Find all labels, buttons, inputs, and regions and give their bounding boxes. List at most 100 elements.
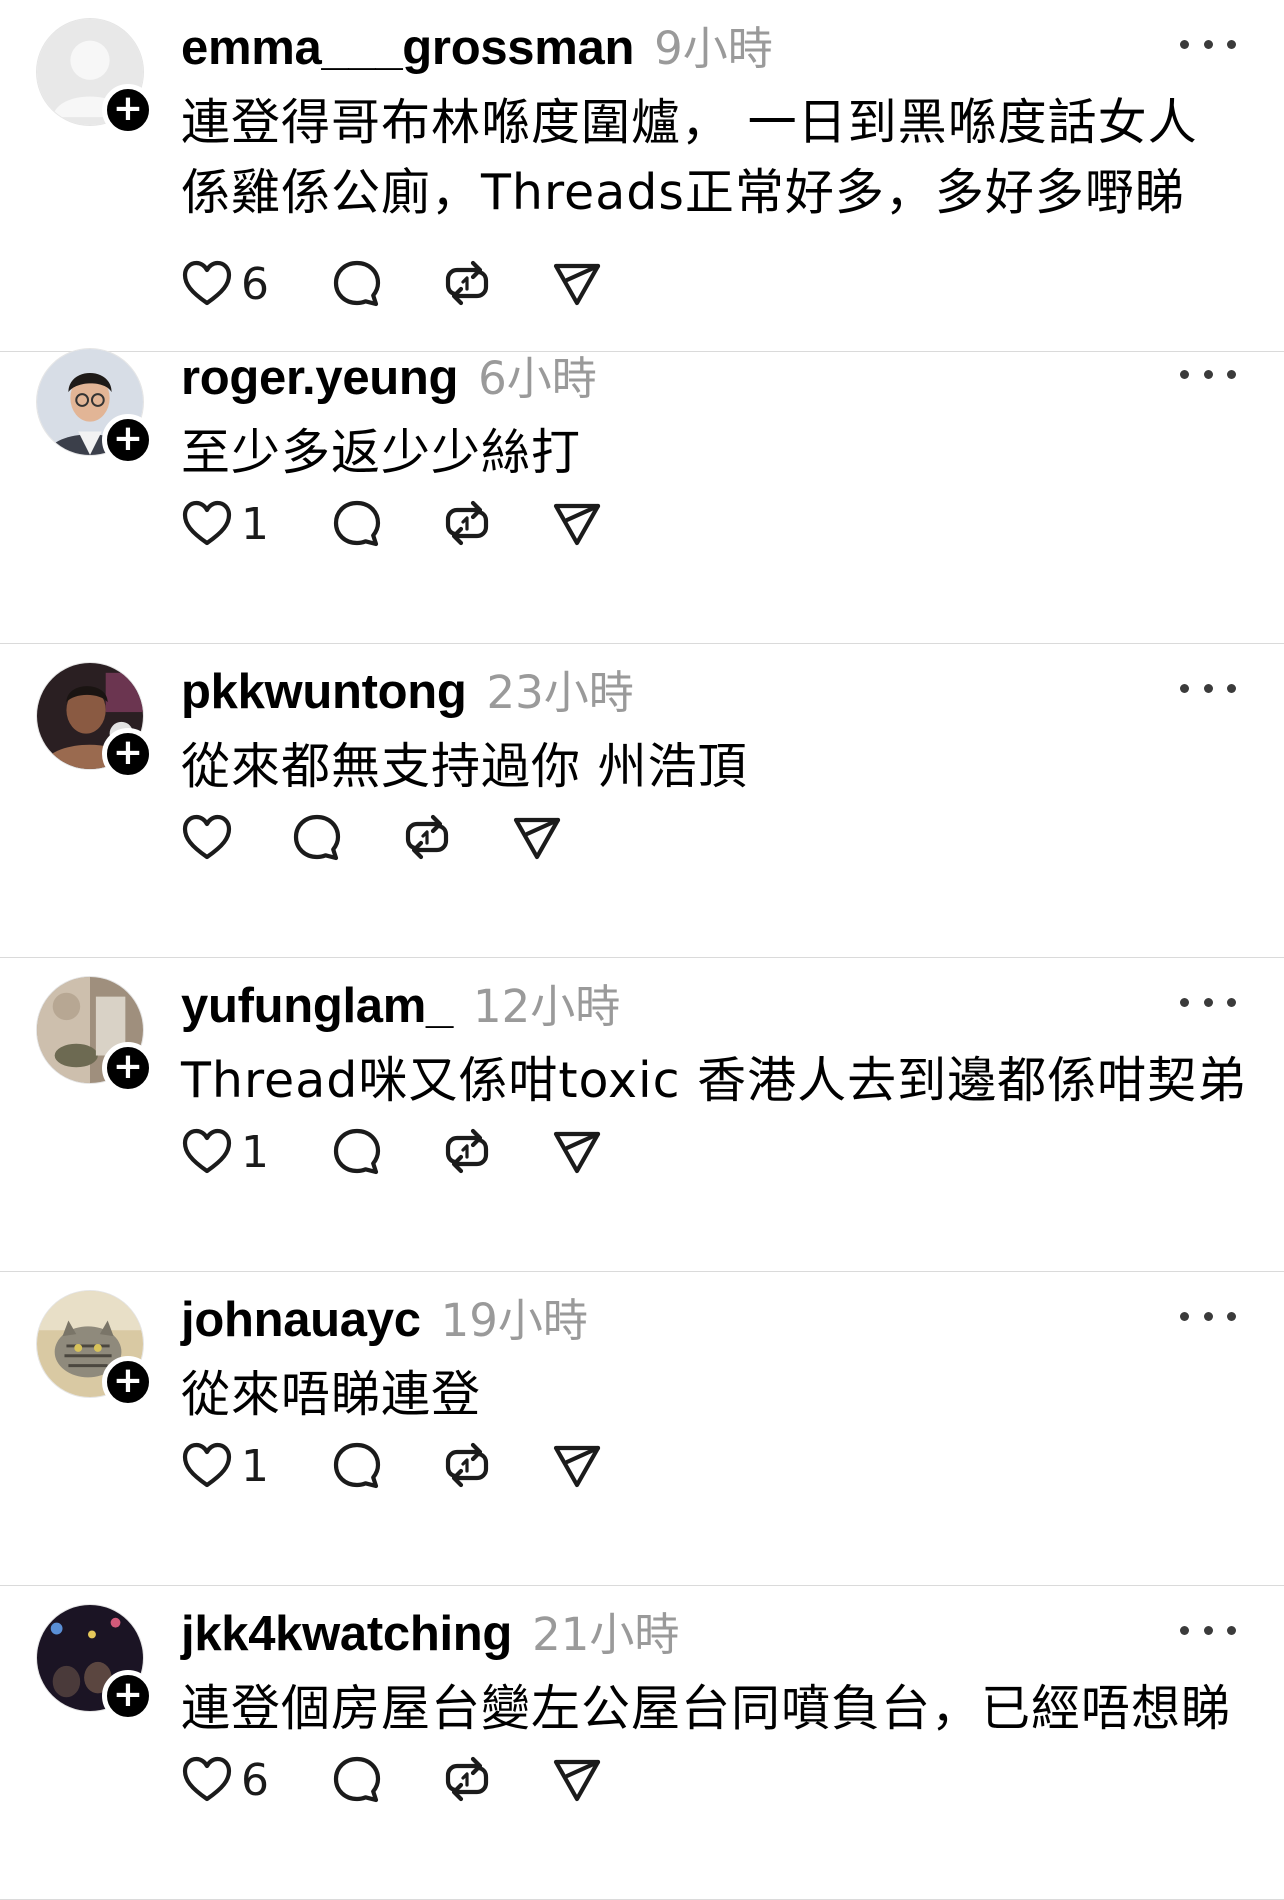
like-count: 1 — [241, 1126, 269, 1178]
action-bar: 6 — [181, 254, 603, 314]
share-paper-plane-icon — [553, 503, 601, 546]
more-options-icon[interactable] — [1180, 1302, 1236, 1330]
username[interactable]: yufunglam_ — [181, 978, 453, 1034]
reply-post: + yufunglam_ 12小時 Thread咪又係咁toxic 香港人去到邊都係咁… — [0, 958, 1284, 1272]
like-count: 6 — [241, 1754, 269, 1806]
share-button[interactable] — [551, 1126, 603, 1178]
repost-button[interactable] — [401, 812, 453, 864]
heart-icon — [182, 1442, 232, 1488]
reply-post: + jkk4kwatching 21小時連登個房屋台變左公屋台同噴負台，已經唔想睇 6 — [0, 1586, 1284, 1900]
more-options-icon[interactable] — [1180, 1616, 1236, 1644]
like-button[interactable]: 1 — [181, 498, 269, 550]
follow-plus-icon[interactable]: + — [102, 1670, 154, 1722]
reply-post: + pkkwuntong 23小時從來都無支持過你 州浩頂 — [0, 644, 1284, 958]
comment-button[interactable] — [291, 812, 343, 864]
action-bar: 1 — [181, 494, 603, 554]
repost-button[interactable] — [441, 1440, 493, 1492]
action-bar: 1 — [181, 1436, 603, 1496]
follow-plus-icon[interactable]: + — [102, 1356, 154, 1408]
more-options-icon[interactable] — [1180, 360, 1236, 388]
like-button[interactable]: 1 — [181, 1440, 269, 1492]
comment-bubble-icon — [293, 814, 341, 861]
post-text: 至少多返少少絲打 — [181, 424, 582, 481]
timestamp: 23小時 — [486, 666, 634, 719]
action-bar — [181, 808, 563, 868]
like-count: 6 — [241, 258, 269, 310]
follow-plus-icon[interactable]: + — [102, 84, 154, 136]
follow-plus-icon[interactable]: + — [102, 414, 154, 466]
comment-button[interactable] — [331, 1440, 383, 1492]
share-paper-plane-icon — [553, 1445, 601, 1488]
like-button[interactable]: 6 — [181, 258, 269, 310]
more-options-icon[interactable] — [1180, 674, 1236, 702]
post-text: Thread咪又係咁toxic 香港人去到邊都係咁契弟 — [181, 1052, 1248, 1109]
post-header: johnauayc 19小時 — [181, 1284, 588, 1348]
timestamp: 12小時 — [472, 980, 621, 1033]
follow-plus-icon[interactable]: + — [102, 1042, 154, 1094]
heart-icon — [182, 260, 232, 306]
share-paper-plane-icon — [553, 263, 601, 306]
share-paper-plane-icon — [553, 1131, 601, 1174]
repost-icon — [445, 500, 489, 546]
share-button[interactable] — [511, 812, 563, 864]
like-button[interactable] — [181, 812, 233, 864]
comment-button[interactable] — [331, 498, 383, 550]
comment-button[interactable] — [331, 1754, 383, 1806]
repost-icon — [445, 1128, 489, 1174]
repost-button[interactable] — [441, 498, 493, 550]
like-count: 1 — [241, 1440, 269, 1492]
heart-icon — [182, 500, 232, 546]
reply-post: + emma___grossman 9小時 連登得哥布林喺度圍爐， 一日到黑喺度話女人… — [0, 0, 1284, 352]
share-paper-plane-icon — [513, 817, 561, 860]
post-text: 連登個房屋台變左公屋台同噴負台，已經唔想睇 — [181, 1680, 1232, 1737]
comment-button[interactable] — [331, 1126, 383, 1178]
username[interactable]: pkkwuntong — [181, 664, 467, 720]
comment-button[interactable] — [331, 258, 383, 310]
timestamp: 19小時 — [440, 1294, 588, 1347]
timestamp: 9小時 — [654, 22, 773, 75]
repost-icon — [445, 1756, 489, 1802]
username[interactable]: emma___grossman — [181, 20, 634, 76]
share-paper-plane-icon — [553, 1759, 601, 1802]
post-header: pkkwuntong 23小時 — [181, 656, 634, 720]
replies-feed: + emma___grossman 9小時 連登得哥布林喺度圍爐， 一日到黑喺度話女人… — [0, 0, 1284, 1900]
share-button[interactable] — [551, 258, 603, 310]
post-header: roger.yeung 6小時 — [181, 342, 597, 406]
share-button[interactable] — [551, 1440, 603, 1492]
share-button[interactable] — [551, 1754, 603, 1806]
username[interactable]: roger.yeung — [181, 350, 458, 406]
post-text: 從來唔睇連登 — [181, 1366, 482, 1423]
heart-icon — [182, 1756, 232, 1802]
like-button[interactable]: 6 — [181, 1754, 269, 1806]
reply-post: + johnauayc 19小時從來唔睇連登 1 — [0, 1272, 1284, 1586]
post-header: emma___grossman 9小時 — [181, 12, 773, 76]
more-options-icon[interactable] — [1180, 988, 1236, 1016]
repost-button[interactable] — [441, 1126, 493, 1178]
action-bar: 6 — [181, 1750, 603, 1810]
heart-icon — [182, 814, 232, 860]
like-button[interactable]: 1 — [181, 1126, 269, 1178]
follow-plus-icon[interactable]: + — [102, 728, 154, 780]
username[interactable]: johnauayc — [181, 1292, 421, 1348]
repost-button[interactable] — [441, 258, 493, 310]
repost-button[interactable] — [441, 1754, 493, 1806]
share-button[interactable] — [551, 498, 603, 550]
timestamp: 21小時 — [532, 1608, 680, 1661]
post-text: 從來都無支持過你 州浩頂 — [181, 738, 748, 795]
username[interactable]: jkk4kwatching — [181, 1606, 512, 1662]
like-count: 1 — [241, 498, 269, 550]
repost-icon — [445, 260, 489, 306]
heart-icon — [182, 1128, 232, 1174]
post-header: yufunglam_ 12小時 — [181, 970, 620, 1034]
comment-bubble-icon — [333, 260, 381, 307]
comment-bubble-icon — [333, 500, 381, 547]
comment-bubble-icon — [333, 1756, 381, 1803]
post-header: jkk4kwatching 21小時 — [181, 1598, 679, 1662]
reply-post: + roger.yeung 6小時至少多返少少絲打 1 — [0, 330, 1284, 644]
comment-bubble-icon — [333, 1128, 381, 1175]
repost-icon — [405, 814, 449, 860]
more-options-icon[interactable] — [1180, 30, 1236, 58]
repost-icon — [445, 1442, 489, 1488]
comment-bubble-icon — [333, 1442, 381, 1489]
action-bar: 1 — [181, 1122, 603, 1182]
